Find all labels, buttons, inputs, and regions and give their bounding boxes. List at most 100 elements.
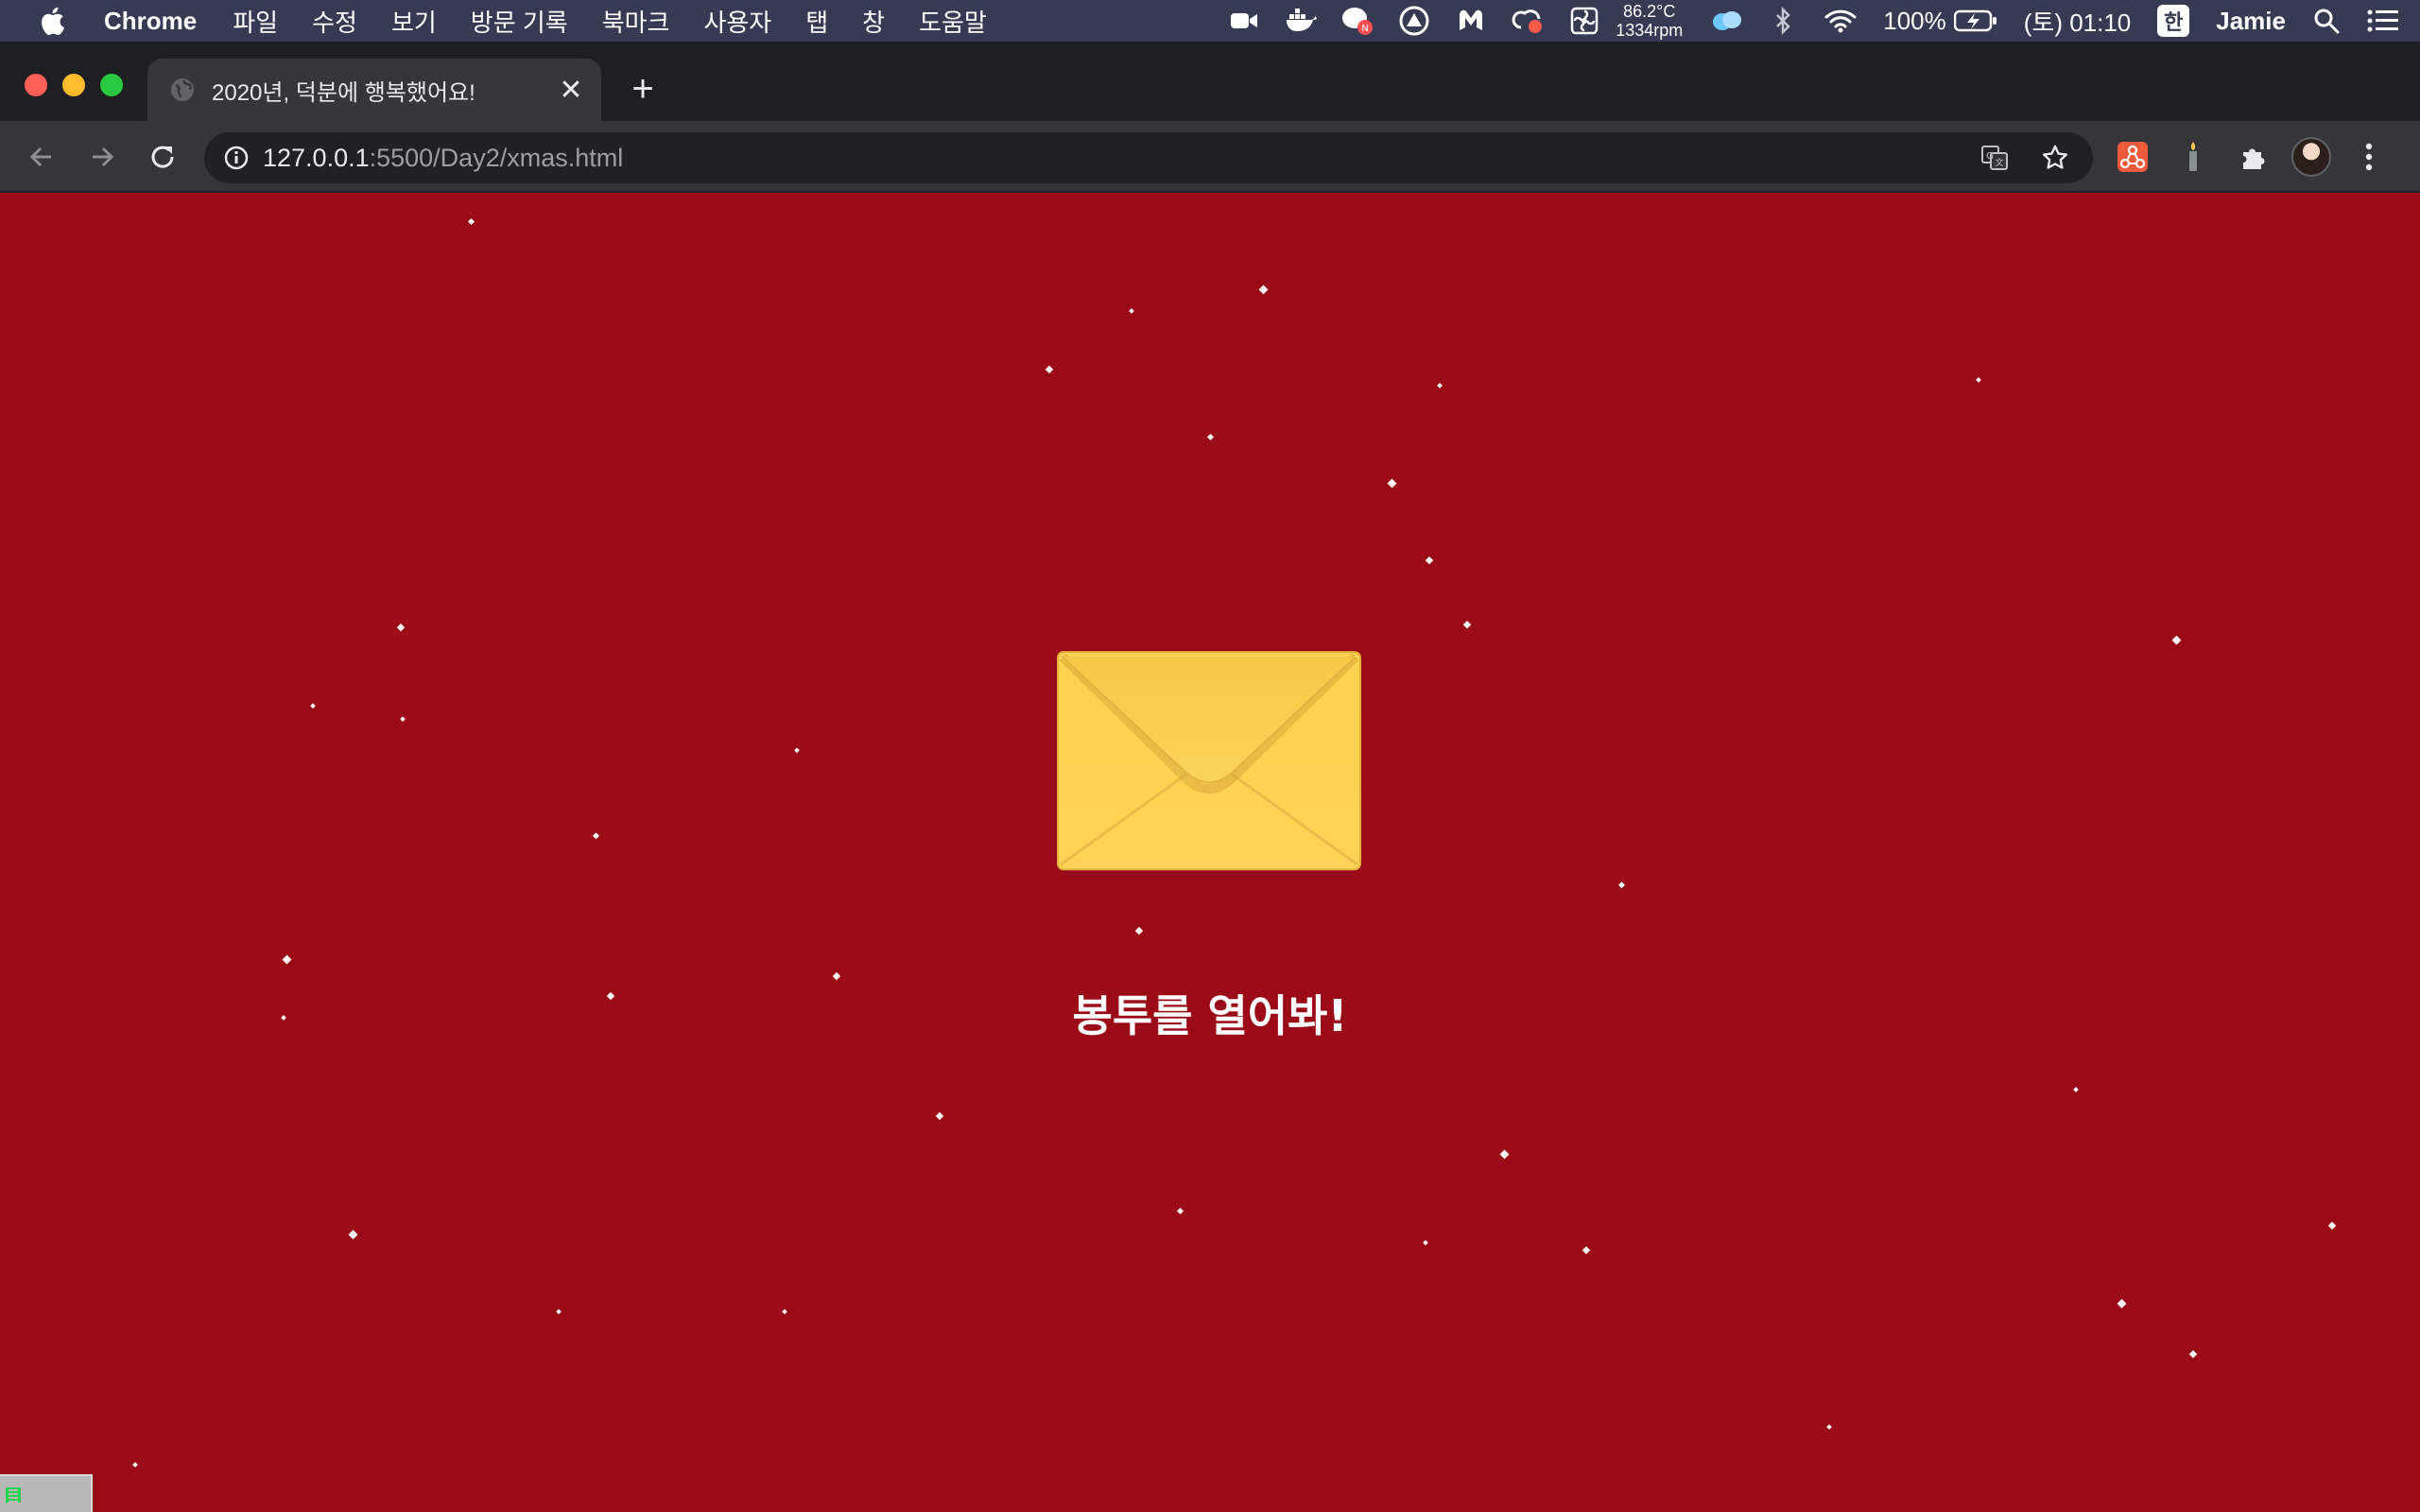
reload-button[interactable] bbox=[144, 138, 182, 176]
menu-bookmarks[interactable]: 북마크 bbox=[602, 4, 670, 39]
snowflake-icon bbox=[1617, 881, 1625, 888]
tab-title: 2020년, 덕분에 행복했어요! bbox=[212, 79, 475, 106]
malwarebytes-icon[interactable] bbox=[1455, 5, 1487, 37]
snowflake-icon bbox=[1582, 1246, 1591, 1255]
window-close-button[interactable] bbox=[25, 74, 47, 96]
snowflake-icon bbox=[935, 1111, 944, 1121]
snowflake-icon bbox=[794, 747, 800, 753]
macos-menu-bar: Chrome 파일 수정 보기 방문 기록 북마크 사용자 탭 창 도움말 N bbox=[0, 0, 2420, 42]
snowflake-icon bbox=[2117, 1298, 2126, 1308]
spotlight-search-icon[interactable] bbox=[2310, 5, 2342, 37]
tab-close-button[interactable]: ✕ bbox=[552, 71, 590, 109]
snowflake-icon bbox=[1176, 1207, 1184, 1214]
temperature-readout[interactable]: 86.2°C 1334rpm bbox=[1616, 2, 1683, 40]
menu-file[interactable]: 파일 bbox=[233, 4, 278, 39]
creative-cloud-icon[interactable] bbox=[1512, 5, 1544, 37]
user-name[interactable]: Jamie bbox=[2216, 7, 2286, 36]
snowflake-icon bbox=[310, 703, 316, 709]
chrome-menu-icon[interactable] bbox=[2346, 134, 2392, 180]
extension-candle-icon[interactable] bbox=[2170, 134, 2216, 180]
snowflake-icon bbox=[467, 217, 475, 225]
snowflake-icon bbox=[2073, 1087, 2079, 1092]
profile-avatar[interactable] bbox=[2291, 137, 2331, 177]
forward-button[interactable] bbox=[83, 138, 121, 176]
snowflake-icon bbox=[1206, 433, 1214, 440]
zoom-camera-icon[interactable] bbox=[1228, 5, 1260, 37]
snowflake-icon bbox=[2171, 635, 2181, 644]
svg-text:N: N bbox=[1361, 24, 1368, 34]
back-arrow-icon bbox=[29, 146, 51, 167]
snowflake-icon bbox=[1425, 556, 1434, 565]
menu-window[interactable]: 창 bbox=[862, 4, 885, 39]
notification-center-icon[interactable] bbox=[2367, 5, 2399, 37]
battery-percent[interactable]: 100% bbox=[1883, 7, 1946, 36]
fan-icon[interactable] bbox=[1568, 5, 1600, 37]
menu-help[interactable]: 도움말 bbox=[919, 4, 987, 39]
window-minimize-button[interactable] bbox=[62, 74, 85, 96]
menu-history[interactable]: 방문 기록 bbox=[471, 4, 568, 39]
menu-view[interactable]: 보기 bbox=[391, 4, 437, 39]
snowflake-icon bbox=[1258, 284, 1268, 294]
clock[interactable]: (토) 01:10 bbox=[2024, 4, 2132, 39]
snowflake-icon bbox=[1437, 383, 1443, 388]
input-method-badge[interactable]: 한 bbox=[2157, 5, 2190, 37]
globe-icon bbox=[170, 77, 195, 102]
reload-icon bbox=[151, 146, 174, 168]
corner-status-widget[interactable] bbox=[0, 1474, 93, 1512]
new-tab-button[interactable]: + bbox=[624, 70, 662, 108]
wifi-icon[interactable] bbox=[1824, 5, 1857, 37]
docker-icon[interactable] bbox=[1285, 5, 1318, 37]
snowflake-icon bbox=[400, 716, 406, 722]
bluetooth-icon[interactable] bbox=[1768, 5, 1800, 37]
cloud-sync-icon[interactable] bbox=[1711, 5, 1743, 37]
url-host: 127.0.0.1 bbox=[263, 143, 370, 172]
url-text: 127.0.0.1:5500/Day2/xmas.html bbox=[263, 144, 623, 173]
snowflake-icon bbox=[1826, 1424, 1832, 1430]
menu-edit[interactable]: 수정 bbox=[312, 4, 357, 39]
snowflake-icon bbox=[832, 971, 841, 981]
forward-arrow-icon bbox=[93, 146, 114, 167]
browser-toolbar: 127.0.0.1:5500/Day2/xmas.html G文 bbox=[0, 121, 2420, 193]
svg-text:G: G bbox=[1986, 151, 1994, 162]
extension-network-icon[interactable] bbox=[2110, 134, 2155, 180]
snowflake-icon bbox=[2188, 1349, 2198, 1359]
snowflake-icon bbox=[1462, 620, 1472, 629]
temperature-value: 86.2°C bbox=[1623, 2, 1676, 21]
snowflake-icon bbox=[1499, 1149, 1509, 1159]
open-envelope-caption: 봉투를 열어봐! bbox=[1072, 990, 1348, 1041]
snowflake-icon bbox=[1045, 365, 1054, 374]
menu-people[interactable]: 사용자 bbox=[703, 4, 771, 39]
back-button[interactable] bbox=[23, 138, 60, 176]
snowflake-icon bbox=[282, 954, 291, 964]
browser-tab-strip: 2020년, 덕분에 행복했어요! ✕ + bbox=[0, 42, 2420, 121]
address-bar[interactable]: 127.0.0.1:5500/Day2/xmas.html G文 bbox=[204, 132, 2093, 183]
snowflake-icon bbox=[1976, 377, 1981, 383]
snowflake-icon bbox=[782, 1309, 787, 1314]
translate-icon[interactable]: G文 bbox=[1976, 139, 2014, 177]
snowflake-icon bbox=[132, 1462, 138, 1468]
chat-notification-icon[interactable]: N bbox=[1341, 5, 1374, 37]
snowflake-icon bbox=[396, 623, 406, 632]
snowflake-icon bbox=[1129, 308, 1134, 314]
extensions-puzzle-icon[interactable] bbox=[2231, 134, 2276, 180]
snowflake-icon bbox=[592, 832, 599, 839]
battery-charging-icon[interactable] bbox=[1953, 5, 1997, 37]
menu-app-chrome[interactable]: Chrome bbox=[104, 7, 197, 36]
page-viewport: 봉투를 열어봐! bbox=[0, 193, 2420, 1512]
fan-speed-value: 1334rpm bbox=[1616, 21, 1684, 40]
snowflake-icon bbox=[556, 1309, 562, 1314]
envelope-icon[interactable] bbox=[1057, 651, 1361, 870]
window-zoom-button[interactable] bbox=[100, 74, 123, 96]
apple-icon[interactable] bbox=[0, 7, 104, 35]
svg-text:文: 文 bbox=[1995, 157, 2003, 168]
snowflake-icon bbox=[1423, 1240, 1428, 1246]
url-path: :5500/Day2/xmas.html bbox=[369, 143, 624, 172]
triangle-app-icon[interactable] bbox=[1398, 5, 1430, 37]
site-info-icon[interactable] bbox=[223, 145, 250, 171]
bookmark-star-icon[interactable] bbox=[2036, 139, 2074, 177]
snowflake-icon bbox=[2327, 1221, 2337, 1230]
menu-tab[interactable]: 탭 bbox=[805, 4, 828, 39]
status-glyph-icon bbox=[6, 1487, 21, 1503]
snowflake-icon bbox=[1134, 926, 1144, 936]
active-tab[interactable]: 2020년, 덕분에 행복했어요! ✕ bbox=[147, 59, 601, 121]
